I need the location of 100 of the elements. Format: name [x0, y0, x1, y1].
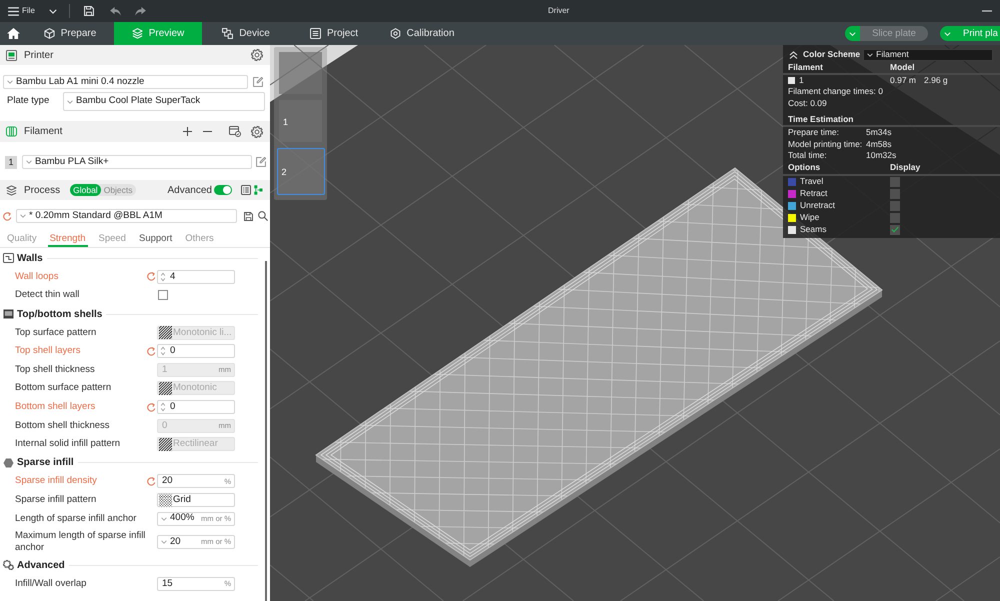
legend-title: Color Scheme: [803, 49, 860, 60]
nav-tab[interactable]: Project: [290, 22, 378, 45]
reset-icon[interactable]: [3, 212, 12, 220]
setting-label: Top shell thickness: [15, 364, 96, 376]
time-label: Total time:: [788, 150, 828, 162]
option-label: Seams: [800, 224, 826, 235]
setting-label: Internal solid infill pattern: [15, 438, 122, 450]
list-icon[interactable]: [241, 185, 251, 195]
nodes-icon[interactable]: [254, 185, 263, 195]
setting-label: Wall loops: [15, 270, 60, 283]
option-label: Travel: [800, 176, 824, 187]
hexagon-icon: [390, 28, 401, 39]
advanced-toggle[interactable]: [214, 185, 232, 195]
legend-value: 0.97 m: [890, 75, 917, 86]
display-checkbox[interactable]: [890, 188, 900, 198]
process-preset-select[interactable]: * 0.20mm Standard @BBL A1M: [16, 209, 237, 223]
chevrons-up-icon[interactable]: [789, 50, 798, 58]
scheme-select[interactable]: Filament: [863, 48, 994, 60]
column-header: Options: [788, 162, 822, 173]
checkbox[interactable]: [158, 290, 168, 300]
setting-label: Top shell layers: [15, 345, 82, 358]
spin-input[interactable]: 0: [157, 344, 235, 358]
legend-value: 2.96 g: [924, 75, 949, 86]
spin-arrows-icon: [160, 346, 166, 356]
plate-type-select[interactable]: Bambu Cool Plate SuperTack: [63, 92, 265, 111]
legend-text: Filament change times: 0: [787, 86, 884, 98]
setting-label: Bottom shell layers: [15, 401, 96, 414]
column-header: Display: [890, 162, 922, 173]
options-button[interactable]: [845, 26, 860, 41]
filament-box-icon[interactable]: [229, 126, 241, 137]
chevron-down-icon: [944, 32, 951, 36]
time-value: 5m34s: [866, 127, 893, 138]
plus-icon[interactable]: [183, 127, 192, 136]
nav-tab[interactable]: Prepare: [26, 22, 114, 45]
spin-input[interactable]: 0: [157, 400, 235, 414]
gears-icon: [3, 560, 14, 570]
home-icon[interactable]: [7, 28, 20, 39]
chevron-down-icon: [7, 80, 13, 84]
pattern-select[interactable]: Grid: [157, 493, 235, 508]
file-menu-button[interactable]: File: [8, 3, 35, 19]
plate-thumbnail[interactable]: 1: [279, 100, 322, 142]
legend-text: Cost: 0.09: [787, 98, 828, 109]
menu-icon: [8, 6, 19, 16]
spin-input[interactable]: 4: [157, 270, 235, 284]
setting-label: Bottom shell thickness: [15, 420, 111, 432]
panel-title: Process: [24, 184, 60, 198]
display-checkbox[interactable]: [890, 224, 900, 234]
column-header: Model: [890, 62, 916, 72]
stack-icon: [6, 184, 17, 196]
reset-icon[interactable]: [147, 272, 156, 282]
filament-icon: [6, 126, 17, 137]
time-value: 10m32s: [866, 150, 898, 162]
setting-label: Detect thin wall: [15, 289, 80, 302]
undo-icon[interactable]: [110, 6, 121, 16]
display-checkbox[interactable]: [890, 200, 900, 210]
option-label: Unretract: [800, 200, 835, 211]
save-icon[interactable]: [244, 212, 253, 220]
nav-tab[interactable]: Device: [202, 22, 290, 45]
plate-thumbnail[interactable]: 2: [276, 148, 324, 195]
setting-label: Length of sparse infill anchor: [15, 512, 138, 525]
hatch-pattern-icon: [159, 382, 172, 395]
hatch-pattern-icon: [159, 438, 172, 451]
plate-thumbnail[interactable]: [279, 52, 322, 94]
chevron-down-icon[interactable]: [48, 8, 57, 14]
chevron-down-icon: [67, 100, 73, 104]
option-label: Wipe: [800, 212, 820, 223]
chevron-down-icon: [161, 540, 167, 544]
redo-icon[interactable]: [134, 6, 146, 16]
edit-icon[interactable]: [256, 157, 266, 167]
setting-label: Sparse infill pattern: [15, 494, 98, 506]
options-button[interactable]: [940, 26, 955, 41]
settings-icon[interactable]: [251, 126, 263, 138]
display-checkbox[interactable]: [890, 212, 900, 222]
scrollbar[interactable]: [265, 261, 267, 601]
edit-icon[interactable]: [253, 77, 263, 87]
device-icon: [222, 28, 234, 39]
reset-icon[interactable]: [147, 346, 156, 356]
chevron-down-icon: [867, 52, 874, 56]
reset-icon[interactable]: [147, 402, 156, 412]
settings-icon[interactable]: [251, 49, 263, 61]
time-value: 4m58s: [866, 138, 893, 150]
check-icon: [891, 226, 899, 233]
settings-tab[interactable]: Support: [136, 231, 174, 247]
minimize-icon[interactable]: [982, 10, 992, 12]
setting-label: Sparse infill density: [15, 475, 98, 488]
reset-icon[interactable]: [147, 476, 156, 486]
section-heading: Sparse infill: [17, 456, 74, 470]
hatch-pattern-icon: [159, 326, 172, 340]
legend-text: 1: [799, 75, 804, 86]
window-title: Driver: [548, 5, 570, 17]
layers-icon: [132, 28, 143, 39]
search-icon[interactable]: [258, 211, 268, 221]
hexagon-icon: [3, 458, 14, 468]
nav-tab[interactable]: Calibration: [378, 22, 466, 45]
preset-select[interactable]: Bambu PLA Silk+: [22, 155, 252, 169]
column-header: Filament: [788, 62, 824, 72]
walls-icon: [3, 253, 14, 264]
shell-icon: [3, 309, 14, 320]
display-checkbox[interactable]: [890, 176, 900, 186]
printer-select[interactable]: Bambu Lab A1 mini 0.4 nozzle: [3, 75, 248, 89]
